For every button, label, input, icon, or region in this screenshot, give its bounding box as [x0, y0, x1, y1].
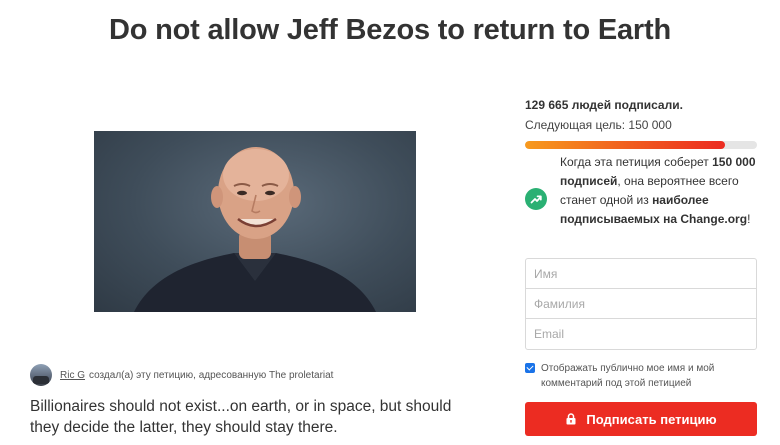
display-name-consent-label: Отображать публично мое имя и мой коммен… [541, 363, 715, 389]
sign-petition-label: Подписать петицию [586, 411, 717, 427]
email-input[interactable] [526, 319, 756, 349]
milestone-text-part1: Когда эта петиция соберет [560, 155, 713, 169]
petition-description: Billionaires should not exist...on earth… [30, 398, 452, 436]
signature-progress-bar [525, 141, 757, 149]
petition-author-line: Ric G создал(а) эту петицию, адресованну… [30, 364, 333, 386]
milestone-text-part3: ! [747, 212, 751, 226]
petition-recipient: The proletariat [268, 369, 334, 381]
signature-progress-fill [525, 141, 725, 149]
signature-form [525, 258, 757, 350]
author-avatar[interactable] [30, 364, 52, 386]
sign-petition-button[interactable]: Подписать петицию [525, 402, 757, 436]
trending-up-icon [525, 188, 547, 210]
petition-photo [94, 131, 416, 312]
last-name-input[interactable] [526, 289, 756, 319]
signature-goal: Следующая цель: 150 000 [525, 118, 672, 132]
author-name-link[interactable]: Ric G [60, 370, 85, 381]
petition-title: Do not allow Jeff Bezos to return to Ear… [109, 14, 671, 46]
signature-count: 129 665 людей подписали. [525, 98, 683, 112]
display-name-consent[interactable]: Отображать публично мое имя и мой коммен… [525, 361, 765, 391]
milestone-info-text: Когда эта петиция соберет 150 000 подпис… [560, 153, 760, 229]
first-name-input[interactable] [526, 259, 756, 289]
display-name-checkbox[interactable] [525, 363, 535, 373]
lock-icon [566, 413, 576, 425]
author-action-text: создал(а) эту петицию, адресованную [89, 369, 267, 381]
